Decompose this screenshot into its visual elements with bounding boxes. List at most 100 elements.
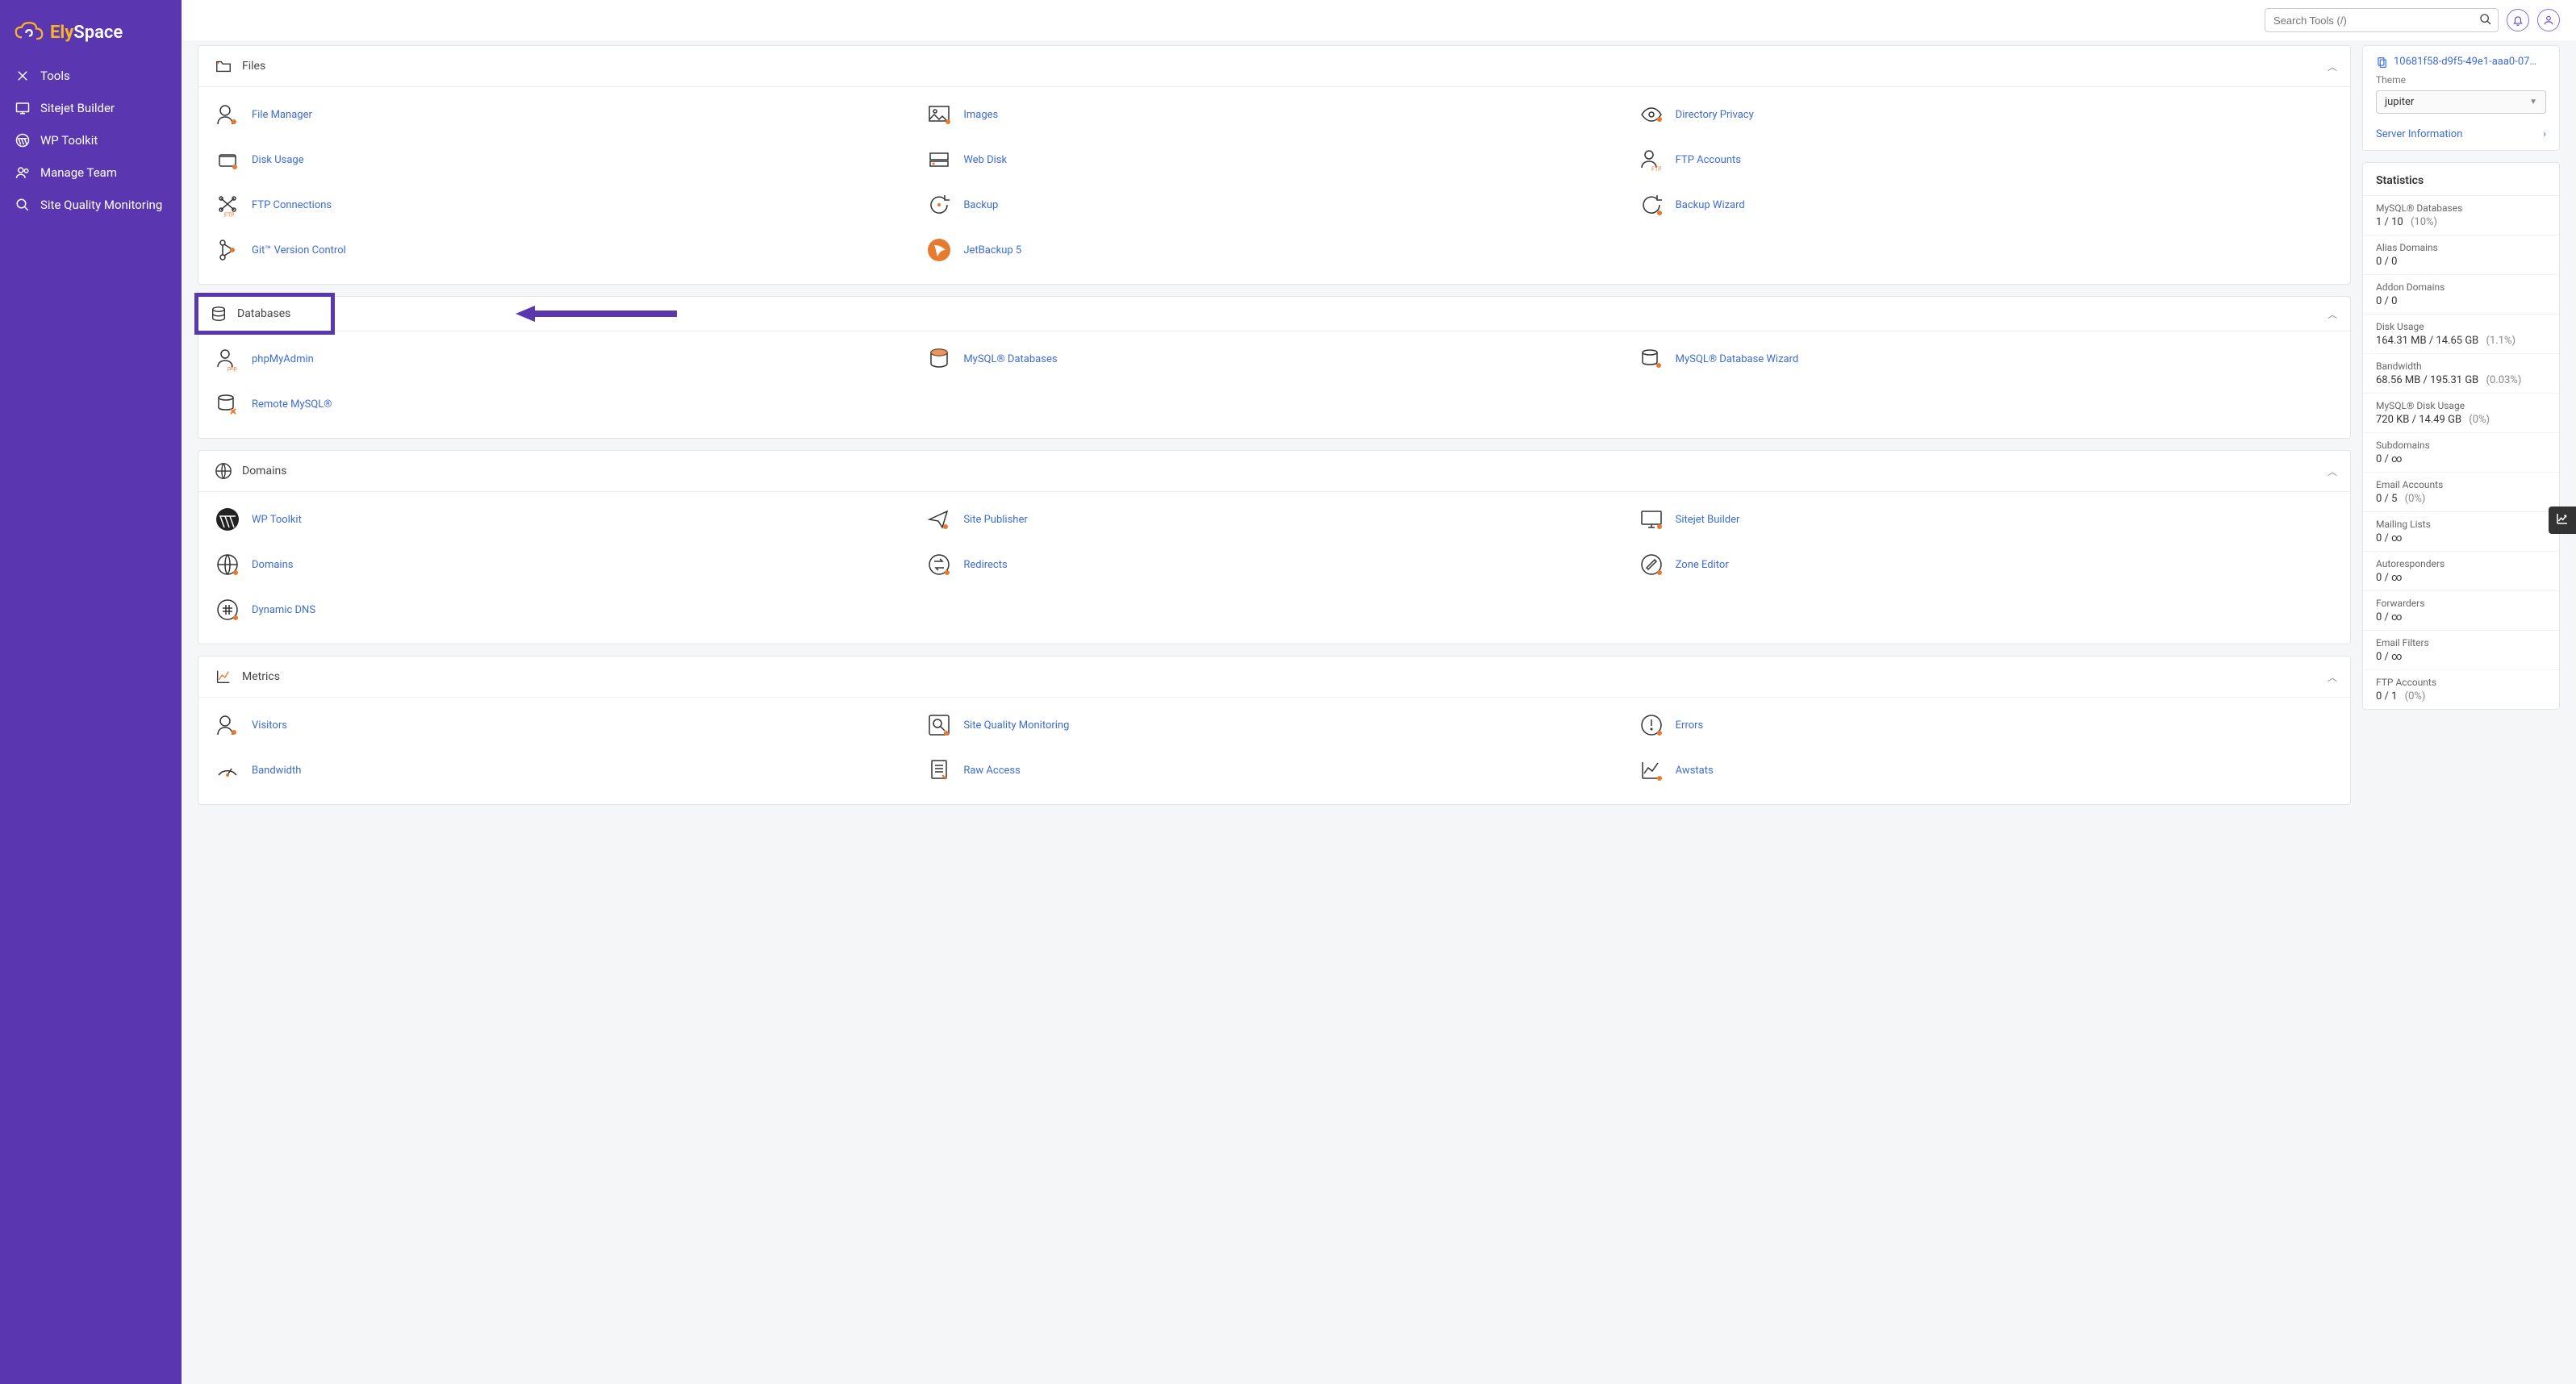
tool-jetbackup[interactable]: JetBackup 5 <box>918 227 1630 273</box>
databases-highlight: Databases <box>194 293 335 335</box>
panel-files: Files ︿ File Manager Images Directory Pr… <box>198 45 2351 285</box>
folder-icon <box>215 57 232 75</box>
tool-raw-access[interactable]: Raw Access <box>918 748 1630 793</box>
tool-link[interactable]: Remote MySQL® <box>252 398 332 411</box>
panel-head-domains[interactable]: Domains ︿ <box>198 451 2350 492</box>
tool-link[interactable]: MySQL® Databases <box>963 353 1057 365</box>
chevron-up-icon[interactable]: ︿ <box>2328 465 2337 478</box>
chevron-up-icon[interactable]: ︿ <box>2328 60 2337 73</box>
notifications-button[interactable] <box>2507 9 2529 31</box>
domains-icon <box>215 552 240 577</box>
search-icon[interactable] <box>2479 13 2492 29</box>
tool-link[interactable]: Site Publisher <box>963 514 1027 526</box>
sidebar-item-sqm[interactable]: Site Quality Monitoring <box>0 189 182 221</box>
tool-link[interactable]: Backup Wizard <box>1676 199 1745 211</box>
tool-link[interactable]: Directory Privacy <box>1676 109 1754 121</box>
tool-visitors[interactable]: Visitors <box>207 702 918 748</box>
sidebar-item-sitejet[interactable]: Sitejet Builder <box>0 92 182 124</box>
tool-link[interactable]: Visitors <box>252 719 287 732</box>
tool-mysql-wizard[interactable]: MySQL® Database Wizard <box>1630 336 2342 381</box>
tool-link[interactable]: File Manager <box>252 109 312 121</box>
stat-label: FTP Accounts <box>2376 677 2546 688</box>
stat-row: Forwarders0 / ∞ <box>2363 591 2559 631</box>
tool-phpmyadmin[interactable]: phpphpMyAdmin <box>207 336 918 381</box>
panel-head-metrics[interactable]: Metrics ︿ <box>198 657 2350 698</box>
stats-heading: Statistics <box>2363 163 2559 196</box>
tool-site-publisher[interactable]: Site Publisher <box>918 497 1630 542</box>
tool-link[interactable]: Web Disk <box>963 154 1007 166</box>
tool-link[interactable]: Site Quality Monitoring <box>963 719 1069 732</box>
tool-link[interactable]: Raw Access <box>963 765 1020 777</box>
tool-directory-privacy[interactable]: Directory Privacy <box>1630 92 2342 137</box>
panel-head-files[interactable]: Files ︿ <box>198 46 2350 87</box>
tool-awstats[interactable]: Awstats <box>1630 748 2342 793</box>
token-row[interactable]: 10681f58-d9f5-49e1-aaa0-07… <box>2376 56 2546 68</box>
stat-value: 0 / 5 (0%) <box>2376 493 2546 505</box>
brand-logo[interactable]: ElySpace <box>0 13 182 60</box>
tool-link[interactable]: MySQL® Database Wizard <box>1676 353 1799 365</box>
tool-zone-editor[interactable]: Zone Editor <box>1630 542 2342 587</box>
tool-errors[interactable]: Errors <box>1630 702 2342 748</box>
tool-link[interactable]: Disk Usage <box>252 154 304 166</box>
tool-ftp-accounts[interactable]: FTPFTP Accounts <box>1630 137 2342 182</box>
tool-link[interactable]: Bandwidth <box>252 765 301 777</box>
stat-label: Mailing Lists <box>2376 519 2546 530</box>
stat-row: Email Accounts0 / 5 (0%) <box>2363 473 2559 512</box>
magnify-icon <box>15 197 31 213</box>
search-input[interactable] <box>2265 8 2499 32</box>
tool-mysql-databases[interactable]: MySQL® Databases <box>918 336 1630 381</box>
tool-link[interactable]: Zone Editor <box>1676 559 1729 571</box>
sidebar-item-wptoolkit[interactable]: WP Toolkit <box>0 124 182 156</box>
tool-file-manager[interactable]: File Manager <box>207 92 918 137</box>
wordpress-icon <box>15 132 31 148</box>
tool-images[interactable]: Images <box>918 92 1630 137</box>
chevron-up-icon[interactable]: ︿ <box>2328 670 2337 684</box>
tool-disk-usage[interactable]: Disk Usage <box>207 137 918 182</box>
database-icon <box>210 305 228 323</box>
panel-head-databases[interactable]: Databases ︿ <box>198 297 2350 331</box>
tool-link[interactable]: Domains <box>252 559 293 571</box>
tool-bandwidth[interactable]: Bandwidth <box>207 748 918 793</box>
tool-link[interactable]: Git™ Version Control <box>252 244 346 256</box>
tool-link[interactable]: Sitejet Builder <box>1676 514 1740 526</box>
feedback-tab[interactable] <box>2549 506 2576 534</box>
tool-link[interactable]: Images <box>963 109 998 121</box>
sidebar-item-manage-team[interactable]: Manage Team <box>0 156 182 189</box>
sidebar-item-tools[interactable]: Tools <box>0 60 182 92</box>
tool-link[interactable]: phpMyAdmin <box>252 353 314 365</box>
tool-link[interactable]: Errors <box>1676 719 1704 732</box>
tool-link[interactable]: Redirects <box>963 559 1007 571</box>
tool-link[interactable]: Dynamic DNS <box>252 604 315 616</box>
tool-sitejet-builder[interactable]: Sitejet Builder <box>1630 497 2342 542</box>
tool-domains[interactable]: Domains <box>207 542 918 587</box>
server-info-link[interactable]: Server Information › <box>2376 122 2546 140</box>
tool-redirects[interactable]: Redirects <box>918 542 1630 587</box>
tools-icon <box>15 68 31 84</box>
tool-git[interactable]: Git™ Version Control <box>207 227 918 273</box>
tool-link[interactable]: WP Toolkit <box>252 514 302 526</box>
account-button[interactable] <box>2537 9 2560 31</box>
tool-link[interactable]: Awstats <box>1676 765 1714 777</box>
tool-link[interactable]: Backup <box>963 199 998 211</box>
bandwidth-icon <box>215 757 240 783</box>
tool-link[interactable]: JetBackup 5 <box>963 244 1021 256</box>
tool-link[interactable]: FTP Accounts <box>1676 154 1741 166</box>
chevron-right-icon: › <box>2543 128 2546 140</box>
backup-icon <box>926 192 952 218</box>
stat-row: Disk Usage164.31 MB / 14.65 GB (1.1%) <box>2363 315 2559 354</box>
stat-value: 0 / ∞ <box>2376 572 2546 584</box>
chevron-up-icon[interactable]: ︿ <box>2328 307 2337 321</box>
tool-remote-mysql[interactable]: Remote MySQL® <box>207 381 918 427</box>
topbar <box>182 0 2576 40</box>
tool-web-disk[interactable]: Web Disk <box>918 137 1630 182</box>
redirects-icon <box>926 552 952 577</box>
tool-sqm[interactable]: Site Quality Monitoring <box>918 702 1630 748</box>
theme-select[interactable]: jupiter ▼ <box>2376 90 2546 114</box>
tool-link[interactable]: FTP Connections <box>252 199 332 211</box>
tool-dynamic-dns[interactable]: Dynamic DNS <box>207 587 918 632</box>
tool-ftp-connections[interactable]: FTPFTP Connections <box>207 182 918 227</box>
tool-wp-toolkit[interactable]: WP Toolkit <box>207 497 918 542</box>
tool-backup[interactable]: Backup <box>918 182 1630 227</box>
tool-backup-wizard[interactable]: Backup Wizard <box>1630 182 2342 227</box>
sidebar-item-label: Tools <box>40 69 70 83</box>
